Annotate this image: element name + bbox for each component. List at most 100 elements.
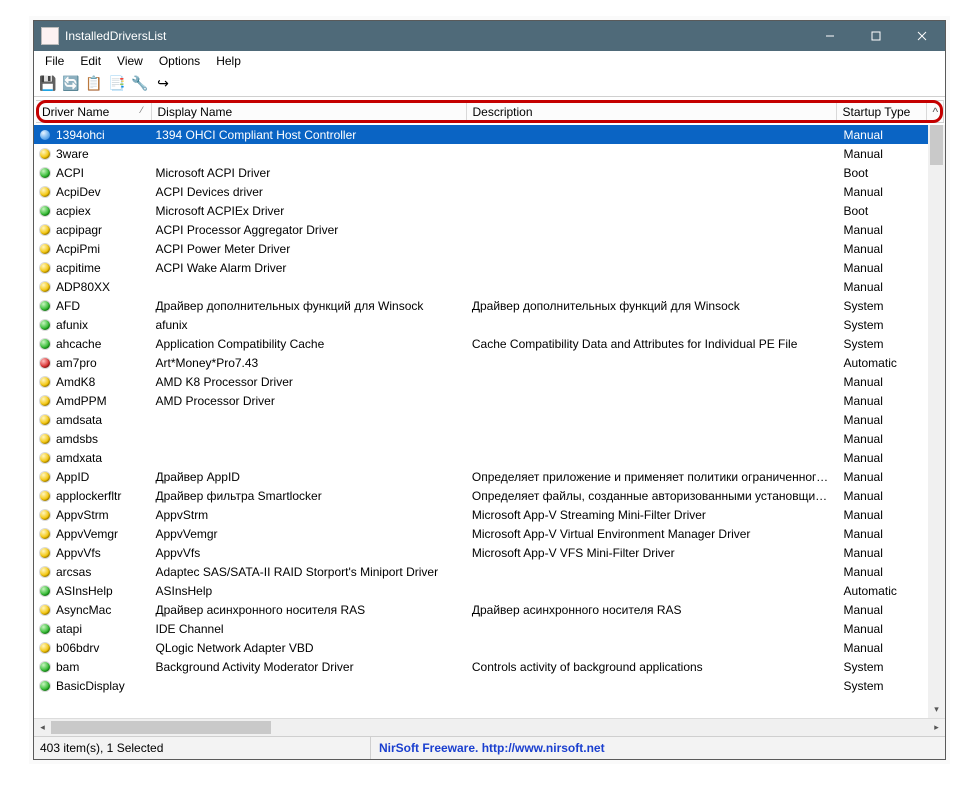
menu-options[interactable]: Options	[152, 53, 207, 69]
table-row[interactable]: arcsasAdaptec SAS/SATA-II RAID Storport'…	[34, 562, 945, 581]
toolbar: 💾 🔄 📋 📑 🔧 ↪	[34, 71, 945, 97]
table-row[interactable]: AmdPPMAMD Processor DriverManual	[34, 391, 945, 410]
col-driver-name[interactable]: Driver Name ⁄	[36, 101, 151, 123]
table-row[interactable]: b06bdrvQLogic Network Adapter VBDManual	[34, 638, 945, 657]
vertical-scroll-thumb[interactable]	[930, 125, 943, 165]
col-display-name[interactable]: Display Name	[151, 101, 466, 123]
table-row[interactable]: ahcacheApplication Compatibility CacheCa…	[34, 334, 945, 353]
scroll-down-icon[interactable]: ▾	[928, 701, 945, 718]
table-row[interactable]: AppvVfsAppvVfsMicrosoft App-V VFS Mini-F…	[34, 543, 945, 562]
table-row[interactable]: amdsbsManual	[34, 429, 945, 448]
cell-description	[466, 410, 838, 429]
status-freeware-link[interactable]: NirSoft Freeware. http://www.nirsoft.net	[371, 737, 945, 759]
cell-driver-name: AcpiDev	[34, 182, 150, 201]
table-row[interactable]: acpitimeACPI Wake Alarm DriverManual	[34, 258, 945, 277]
properties-icon[interactable]: 📑	[106, 73, 128, 95]
table-row[interactable]: AFDДрайвер дополнительных функций для Wi…	[34, 296, 945, 315]
options-icon[interactable]: 🔧	[129, 73, 151, 95]
driver-name-text: b06bdrv	[56, 641, 99, 655]
driver-name-text: acpipagr	[56, 223, 102, 237]
vertical-scrollbar[interactable]: ▾	[928, 125, 945, 718]
cell-description	[466, 182, 838, 201]
cell-display-name: ACPI Devices driver	[150, 182, 466, 201]
cell-description	[466, 448, 838, 467]
maximize-button[interactable]	[853, 21, 899, 51]
menu-edit[interactable]: Edit	[73, 53, 108, 69]
menu-view[interactable]: View	[110, 53, 150, 69]
table-row[interactable]: ACPIMicrosoft ACPI DriverBoot	[34, 163, 945, 182]
horizontal-scroll-thumb[interactable]	[51, 721, 271, 734]
driver-name-text: 1394ohci	[56, 128, 105, 142]
header-scroll-up-icon[interactable]: ^	[926, 101, 943, 123]
status-orb-icon	[40, 548, 50, 558]
table-row[interactable]: bamBackground Activity Moderator DriverC…	[34, 657, 945, 676]
close-button[interactable]	[899, 21, 945, 51]
app-icon	[41, 27, 59, 45]
table-row[interactable]: 1394ohci1394 OHCI Compliant Host Control…	[34, 125, 945, 144]
cell-driver-name: bam	[34, 657, 150, 676]
table-row[interactable]: ADP80XX Manual	[34, 277, 945, 296]
table-row[interactable]: am7proArt*Money*Pro7.43Automatic	[34, 353, 945, 372]
cell-driver-name: amdsata	[34, 410, 150, 429]
exit-icon[interactable]: ↪	[152, 73, 174, 95]
cell-display-name: Драйвер асинхронного носителя RAS	[150, 600, 466, 619]
table-row[interactable]: 3wareManual	[34, 144, 945, 163]
table-row[interactable]: AsyncMacДрайвер асинхронного носителя RA…	[34, 600, 945, 619]
table-row[interactable]: acpiexMicrosoft ACPIEx DriverBoot	[34, 201, 945, 220]
table-row[interactable]: AppIDДрайвер AppIDОпределяет приложение …	[34, 467, 945, 486]
cell-startup-type: Manual	[838, 372, 928, 391]
vertical-scroll-track[interactable]	[928, 125, 945, 701]
cell-description	[466, 581, 838, 600]
copy-icon[interactable]: 📋	[83, 73, 105, 95]
cell-description	[466, 391, 838, 410]
refresh-icon[interactable]: 🔄	[60, 73, 82, 95]
list-body-table: 1394ohci1394 OHCI Compliant Host Control…	[34, 125, 945, 695]
table-row[interactable]: ASInsHelpASInsHelpAutomatic	[34, 581, 945, 600]
table-row[interactable]: BasicDisplaySystem	[34, 676, 945, 695]
cell-driver-name: acpitime	[34, 258, 150, 277]
driver-name-text: 3ware	[56, 147, 89, 161]
driver-name-text: ADP80XX	[56, 280, 110, 294]
status-orb-icon	[40, 225, 50, 235]
horizontal-scroll-track[interactable]	[51, 719, 928, 736]
horizontal-scrollbar[interactable]: ◂ ▸	[34, 718, 945, 736]
table-row[interactable]: amdxata Manual	[34, 448, 945, 467]
cell-driver-name: amdxata	[34, 448, 150, 467]
save-icon[interactable]: 💾	[37, 73, 59, 95]
table-row[interactable]: afunixafunixSystem	[34, 315, 945, 334]
status-orb-icon	[40, 681, 50, 691]
window-buttons	[807, 21, 945, 51]
table-row[interactable]: applockerfltrДрайвер фильтра Smartlocker…	[34, 486, 945, 505]
cell-startup-type: Manual	[838, 448, 928, 467]
scroll-left-icon[interactable]: ◂	[34, 719, 51, 736]
cell-description	[466, 619, 838, 638]
table-row[interactable]: AppvVemgrAppvVemgrMicrosoft App-V Virtua…	[34, 524, 945, 543]
status-orb-icon	[40, 168, 50, 178]
table-row[interactable]: atapiIDE ChannelManual	[34, 619, 945, 638]
scroll-right-icon[interactable]: ▸	[928, 719, 945, 736]
table-row[interactable]: amdsataManual	[34, 410, 945, 429]
cell-startup-type: Manual	[838, 505, 928, 524]
table-row[interactable]: AcpiDevACPI Devices driverManual	[34, 182, 945, 201]
cell-driver-name: AmdK8	[34, 372, 150, 391]
status-orb-icon	[40, 187, 50, 197]
col-description[interactable]: Description	[466, 101, 836, 123]
status-orb-icon	[40, 130, 50, 140]
minimize-button[interactable]	[807, 21, 853, 51]
cell-startup-type: Manual	[838, 239, 928, 258]
menu-help[interactable]: Help	[209, 53, 248, 69]
table-row[interactable]: AppvStrmAppvStrmMicrosoft App-V Streamin…	[34, 505, 945, 524]
cell-description	[466, 315, 838, 334]
cell-startup-type: Manual	[838, 277, 928, 296]
cell-startup-type: Automatic	[838, 353, 928, 372]
cell-driver-name: AmdPPM	[34, 391, 150, 410]
col-startup-type[interactable]: Startup Type	[836, 101, 926, 123]
table-row[interactable]: AmdK8AMD K8 Processor DriverManual	[34, 372, 945, 391]
title-bar[interactable]: InstalledDriversList	[34, 21, 945, 51]
table-row[interactable]: acpipagrACPI Processor Aggregator Driver…	[34, 220, 945, 239]
cell-description: Controls activity of background applicat…	[466, 657, 838, 676]
status-orb-icon	[40, 434, 50, 444]
cell-startup-type: Manual	[838, 600, 928, 619]
menu-file[interactable]: File	[38, 53, 71, 69]
table-row[interactable]: AcpiPmiACPI Power Meter DriverManual	[34, 239, 945, 258]
